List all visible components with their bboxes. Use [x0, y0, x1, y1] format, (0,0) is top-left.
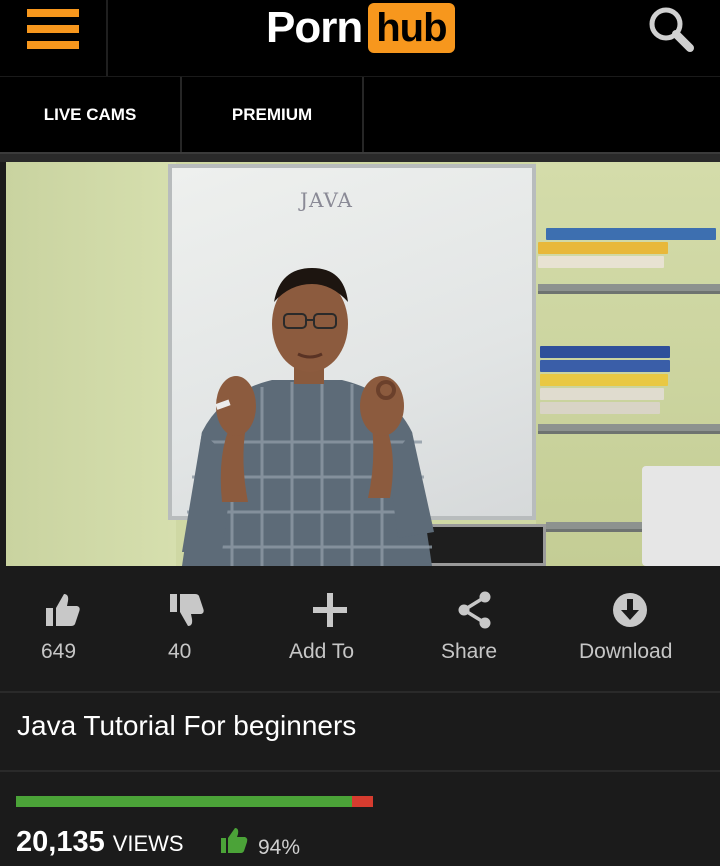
shelf [538, 284, 720, 294]
top-header: Porn hub [0, 0, 720, 76]
thumbs-up-icon [46, 594, 80, 626]
like-count: 649 [41, 640, 77, 663]
book-stack [540, 346, 700, 416]
plus-icon [313, 593, 347, 627]
views-count: 20,135 [16, 826, 105, 858]
share-icon [458, 591, 491, 629]
search-icon [649, 7, 694, 52]
search-button[interactable] [646, 4, 698, 54]
hamburger-menu-button[interactable] [0, 0, 108, 76]
category-nav: LIVE CAMS PREMIUM [0, 76, 720, 153]
rating-percent: 94% [258, 836, 301, 859]
video-player[interactable]: JAVA [6, 162, 720, 566]
share-button[interactable]: Share [440, 566, 510, 692]
video-title: Java Tutorial For beginners [17, 710, 357, 741]
shelf [538, 424, 720, 434]
nav-divider [0, 152, 720, 162]
add-to-label: Add To [289, 640, 354, 663]
printer [642, 466, 720, 566]
logo-text-part1: Porn [266, 3, 363, 52]
download-label: Download [579, 640, 673, 663]
divider [0, 770, 720, 772]
rating-bar-positive [16, 796, 352, 807]
logo-text-part2: hub [368, 3, 455, 53]
rating-bar [16, 796, 373, 807]
rating-bar-negative [351, 796, 373, 807]
like-button[interactable]: 649 [36, 566, 96, 692]
view-stats: 20,135 VIEWS [16, 826, 184, 859]
dislike-button[interactable]: 40 [160, 566, 210, 692]
thumbs-up-icon [221, 828, 248, 853]
nav-item-live-cams[interactable]: LIVE CAMS [0, 77, 182, 153]
book-stack [538, 228, 720, 270]
whiteboard-text: JAVA [300, 188, 353, 212]
dislike-count: 40 [168, 640, 192, 663]
download-button[interactable]: Download [578, 566, 688, 692]
thumbs-down-icon [170, 594, 204, 626]
presenter-figure [182, 268, 434, 566]
download-icon [613, 593, 647, 627]
site-logo[interactable]: Porn hub [266, 0, 455, 56]
divider [0, 691, 720, 693]
nav-item-premium[interactable]: PREMIUM [182, 77, 364, 153]
share-label: Share [441, 640, 498, 663]
views-label: VIEWS [112, 831, 184, 856]
add-to-button[interactable]: Add To [288, 566, 368, 692]
video-actions: 649 40 Add To Share Download [0, 566, 720, 692]
